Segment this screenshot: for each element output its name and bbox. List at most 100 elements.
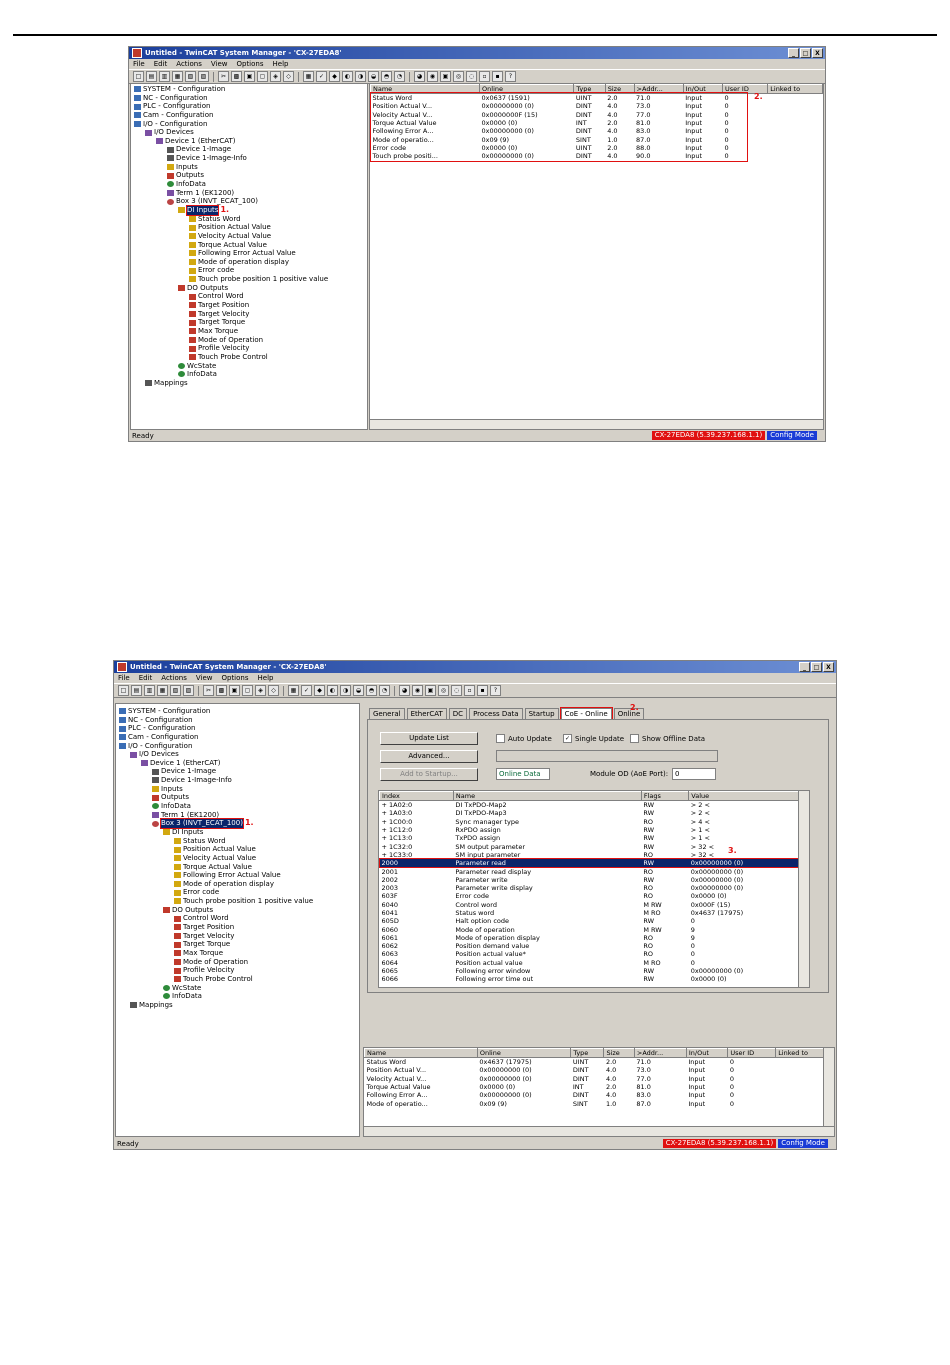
tree-node[interactable]: Inputs xyxy=(134,163,364,172)
menu-options[interactable]: Options xyxy=(236,60,263,68)
tree-node[interactable]: SYSTEM - Configuration xyxy=(119,707,356,716)
table-row[interactable]: + 1C13:0 TxPDO assign RW > 1 < xyxy=(380,834,809,842)
toolbar-button-icon[interactable]: ▤ xyxy=(146,71,157,82)
horizontal-scrollbar[interactable] xyxy=(370,419,823,429)
tree-node[interactable]: I/O - Configuration xyxy=(134,120,364,129)
toolbar-button-icon[interactable]: ◔ xyxy=(379,685,390,696)
toolbar-button-icon[interactable]: ✓ xyxy=(316,71,327,82)
toolbar-button-icon[interactable]: ◉ xyxy=(427,71,438,82)
tree-node[interactable]: DI Inputs xyxy=(119,828,356,837)
toolbar-button-icon[interactable]: ◕ xyxy=(399,685,410,696)
table-row[interactable]: 6063 Position actual value* RO 0 xyxy=(380,950,809,958)
table-row[interactable]: + 1C33:0 SM input parameter RO > 32 < xyxy=(380,851,809,859)
tree-node[interactable]: Max Torque xyxy=(119,949,356,958)
toolbar-button-icon[interactable]: ▥ xyxy=(159,71,170,82)
tree-node[interactable]: Mappings xyxy=(119,1001,356,1010)
close-button[interactable]: X xyxy=(823,662,834,672)
table-row[interactable]: 6065 Following error window RW 0x00000000 (… xyxy=(380,967,809,975)
tree-node[interactable]: WcState xyxy=(134,362,364,371)
tree-node[interactable]: Outputs xyxy=(119,793,356,802)
tree-node[interactable]: Cam - Configuration xyxy=(119,733,356,742)
toolbar-button-icon[interactable]: ◆ xyxy=(329,71,340,82)
tree-node[interactable]: Touch probe position 1 positive value xyxy=(134,275,364,284)
tree-node[interactable]: Velocity Actual Value xyxy=(119,854,356,863)
tree-node[interactable]: Mode of Operation xyxy=(119,958,356,967)
menu-help[interactable]: Help xyxy=(273,60,289,68)
toolbar-button-icon[interactable]: ◕ xyxy=(414,71,425,82)
table-row[interactable]: 2001 Parameter read display RO 0x00000000 (… xyxy=(380,867,809,876)
toolbar-button-icon[interactable]: ◎ xyxy=(438,685,449,696)
toolbar-button-icon[interactable]: ▫ xyxy=(464,685,475,696)
single-update-checkbox[interactable]: ✓ Single Update xyxy=(563,734,624,743)
tree-node[interactable]: Status Word xyxy=(119,837,356,846)
toolbar-button-icon[interactable]: ▦ xyxy=(288,685,299,696)
table-row[interactable]: 603F Error code RO 0x0000 (0) xyxy=(380,892,809,900)
toolbar-button-icon[interactable]: ◑ xyxy=(355,71,366,82)
close-button[interactable]: X xyxy=(812,48,823,58)
toolbar-button-icon[interactable]: ◓ xyxy=(381,71,392,82)
tree-node[interactable]: Term 1 (EK1200) xyxy=(134,189,364,198)
toolbar-button-icon[interactable]: ◆ xyxy=(314,685,325,696)
tree-node[interactable]: Device 1 (EtherCAT) xyxy=(134,137,364,146)
table-row[interactable]: 6061 Mode of operation display RO 9 xyxy=(380,934,809,942)
single-update-check-icon[interactable]: ✓ xyxy=(563,734,572,743)
tree-node[interactable]: Profile Velocity xyxy=(134,344,364,353)
show-offline-checkbox[interactable]: Show Offline Data xyxy=(630,734,705,743)
toolbar-button-icon[interactable]: ◒ xyxy=(368,71,379,82)
toolbar-button-icon[interactable]: ◈ xyxy=(270,71,281,82)
tree-node[interactable]: Control Word xyxy=(134,292,364,301)
vars-horizontal-scrollbar[interactable] xyxy=(364,1126,834,1136)
tree-node[interactable]: Mode of operation display xyxy=(119,880,356,889)
tree-node[interactable]: Mode of Operation xyxy=(134,336,364,345)
tree-node[interactable]: Error code xyxy=(119,888,356,897)
title-bar[interactable]: Untitled - TwinCAT System Manager - 'CX-… xyxy=(114,661,836,673)
tree-node[interactable]: Following Error Actual Value xyxy=(119,871,356,880)
toolbar-button-icon[interactable]: □ xyxy=(118,685,129,696)
toolbar-button-icon[interactable]: ◑ xyxy=(340,685,351,696)
toolbar-button-icon[interactable]: ◌ xyxy=(451,685,462,696)
table-row[interactable]: + 1A03:0 DI TxPDO-Map3 RW > 2 < xyxy=(380,809,809,817)
od-vertical-scrollbar[interactable] xyxy=(798,791,809,987)
menu-edit[interactable]: Edit xyxy=(139,674,153,682)
toolbar-button-icon[interactable]: ? xyxy=(505,71,516,82)
tree-node[interactable]: WcState xyxy=(119,984,356,993)
toolbar-button-icon[interactable]: ◐ xyxy=(342,71,353,82)
table-row[interactable]: Velocity Actual V... 0x00000000 (0) DINT 4.… xyxy=(365,1075,834,1083)
tree-node[interactable]: Torque Actual Value xyxy=(119,863,356,872)
tree-node[interactable]: PLC - Configuration xyxy=(134,102,364,111)
table-row[interactable]: 6041 Status word M RO 0x4637 (17975) xyxy=(380,909,809,917)
toolbar-button-icon[interactable]: ▣ xyxy=(244,71,255,82)
toolbar-button-icon[interactable]: ✓ xyxy=(301,685,312,696)
menu-options[interactable]: Options xyxy=(221,674,248,682)
title-bar[interactable]: Untitled - TwinCAT System Manager - 'CX-… xyxy=(129,47,825,59)
tree-node[interactable]: InfoData xyxy=(134,370,364,379)
toolbar-button-icon[interactable]: ▩ xyxy=(216,685,227,696)
toolbar-button-icon[interactable]: ▤ xyxy=(131,685,142,696)
menu-file[interactable]: File xyxy=(118,674,130,682)
toolbar-button-icon[interactable]: ◉ xyxy=(412,685,423,696)
column-header[interactable]: Online xyxy=(476,1048,572,1058)
tree-node[interactable]: I/O Devices xyxy=(119,750,356,759)
toolbar-button-icon[interactable]: ✂ xyxy=(203,685,214,696)
toolbar-button-icon[interactable]: ? xyxy=(490,685,501,696)
toolbar-button-icon[interactable]: ▩ xyxy=(231,71,242,82)
tree-node[interactable]: Device 1 (EtherCAT) xyxy=(119,759,356,768)
tree-node[interactable]: Control Word xyxy=(119,914,356,923)
tab-item[interactable]: General xyxy=(369,708,405,719)
table-row[interactable]: 2003 Parameter write display RO 0x00000000 … xyxy=(380,884,809,892)
tree-node[interactable]: Touch probe position 1 positive value xyxy=(119,897,356,906)
tree-node[interactable]: Following Error Actual Value xyxy=(134,249,364,258)
table-row[interactable]: 605D Halt option code RW 0 xyxy=(380,917,809,925)
tree-node[interactable]: Box 3 (INVT_ECAT_100) 1. xyxy=(119,818,356,829)
maximize-button[interactable]: □ xyxy=(811,662,822,672)
table-row[interactable]: Torque Actual Value 0x0000 (0) INT 2.0 81.0 I… xyxy=(365,1083,834,1091)
table-row[interactable]: + 1C12:0 RxPDO assign RW > 1 < xyxy=(380,826,809,834)
tab-item[interactable]: EtherCAT xyxy=(406,708,447,719)
toolbar-button-icon[interactable]: ▫ xyxy=(479,71,490,82)
toolbar-button-icon[interactable]: ▪ xyxy=(492,71,503,82)
tree-node[interactable]: Profile Velocity xyxy=(119,966,356,975)
toolbar-button-icon[interactable]: ▦ xyxy=(157,685,168,696)
table-row[interactable]: + 1A02:0 DI TxPDO-Map2 RW > 2 < xyxy=(380,801,809,810)
toolbar-button-icon[interactable]: ▧ xyxy=(185,71,196,82)
toolbar-button-icon[interactable]: ▢ xyxy=(257,71,268,82)
